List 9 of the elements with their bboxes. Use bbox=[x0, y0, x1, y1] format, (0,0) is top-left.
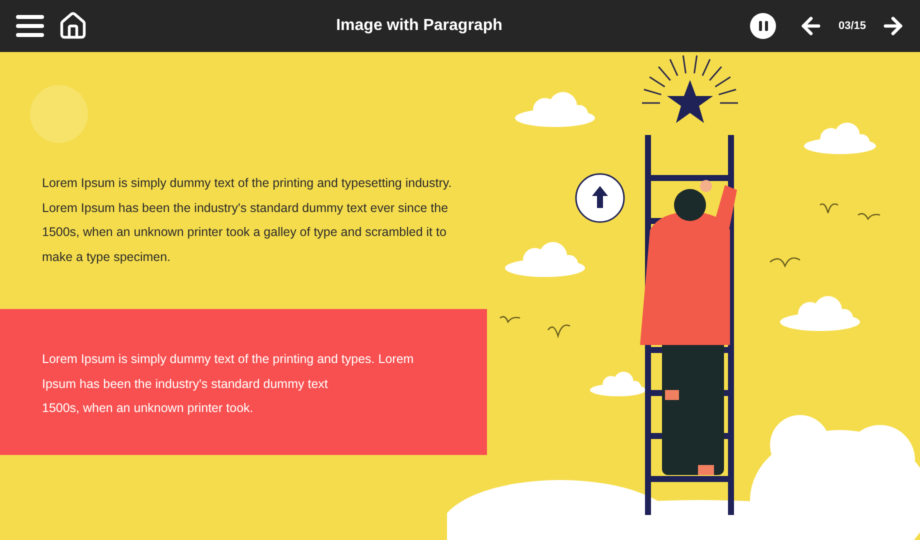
page-counter: 03/15 bbox=[838, 20, 866, 32]
paragraph-text: Lorem Ipsum is simply dummy text of the printing and typesetting industry. Lorem Ipsum has been the industry's standard dummy text ever since the 1500s, when an unknown printer took a galley of type and scrambled it to make a type specimen. bbox=[42, 175, 453, 266]
menu-button[interactable] bbox=[16, 15, 44, 37]
pause-button[interactable] bbox=[750, 13, 776, 39]
paragraph-text: Lorem Ipsum is simply dummy text of the printing and types. Lorem Ipsum has been the industry's standard dummy text 1500s, when an unknown printer took. bbox=[42, 351, 415, 417]
home-button[interactable] bbox=[58, 11, 88, 41]
home-icon bbox=[58, 11, 88, 41]
slide-title: Image with Paragraph bbox=[335, 17, 504, 35]
menu-icon bbox=[16, 15, 44, 37]
